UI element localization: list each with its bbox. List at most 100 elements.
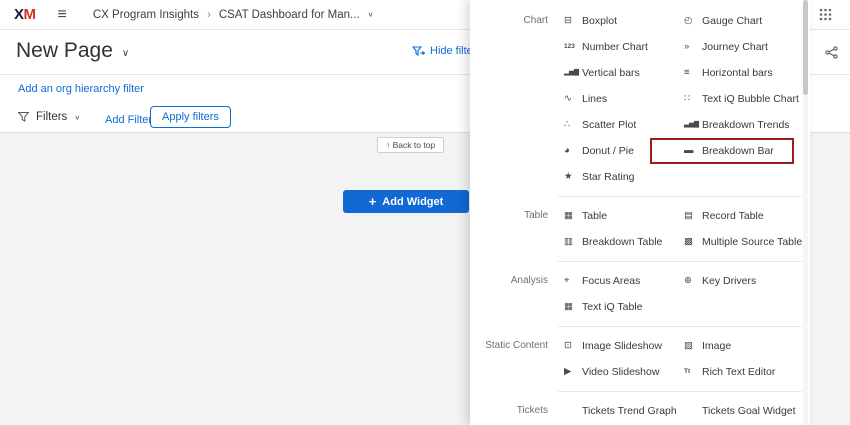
widget-section-table: Table▦Table▥Breakdown Table▤Record Table… (470, 197, 810, 261)
funnel-icon (18, 112, 29, 122)
widget-section-static-content: Static Content⊡Image Slideshow▶Video Sli… (470, 327, 810, 391)
widget-item-label: Record Table (702, 210, 764, 222)
breadcrumb-item-dashboard[interactable]: CSAT Dashboard for Man... (219, 9, 360, 21)
up-arrow-icon: ↑ (386, 140, 390, 150)
widget-item-label: Key Drivers (702, 275, 756, 287)
widget-item-breakdown-table[interactable]: ▥Breakdown Table (564, 229, 684, 255)
section-label-chart: Chart (470, 8, 548, 190)
donut-pie-icon: ◕ (564, 146, 582, 156)
widget-item-boxplot[interactable]: ⊟Boxplot (564, 8, 684, 34)
widget-item-number-chart[interactable]: 123Number Chart (564, 34, 684, 60)
widget-item-breakdown-trends[interactable]: ▃▅▇Breakdown Trends (684, 112, 804, 138)
text-iq-bubble-chart-icon: ∷ (684, 94, 702, 104)
widget-menu-panel: Chart⊟Boxplot123Number Chart▂▅▇Vertical … (470, 0, 810, 425)
add-widget-label: Add Widget (382, 196, 443, 208)
section-label-tickets: Tickets (470, 398, 548, 425)
breakdown-table-icon: ▥ (564, 237, 582, 247)
widget-menu-sections: Chart⊟Boxplot123Number Chart▂▅▇Vertical … (470, 2, 810, 425)
widget-item-rich-text-editor[interactable]: TtRich Text Editor (684, 359, 804, 385)
widget-item-breakdown-bar[interactable]: ▬Breakdown Bar (684, 138, 804, 164)
section-label-table: Table (470, 203, 548, 255)
widget-item-label: Breakdown Table (582, 236, 662, 248)
hide-filters-icon (412, 46, 425, 57)
add-widget-button[interactable]: + Add Widget (343, 190, 469, 213)
plus-icon: + (369, 195, 377, 208)
widget-item-gauge-chart[interactable]: ◴Gauge Chart (684, 8, 804, 34)
back-to-top-label: Back to top (393, 140, 436, 150)
widget-item-key-drivers[interactable]: ⊕Key Drivers (684, 268, 804, 294)
record-table-icon: ▤ (684, 211, 702, 221)
image-icon: ▨ (684, 341, 702, 351)
star-rating-icon: ★ (564, 172, 582, 182)
apply-filters-button[interactable]: Apply filters (150, 106, 231, 128)
widget-item-record-table[interactable]: ▤Record Table (684, 203, 804, 229)
widget-item-label: Star Rating (582, 171, 635, 183)
widget-item-label: Donut / Pie (582, 145, 634, 157)
table-icon: ▦ (564, 211, 582, 221)
xm-logo[interactable]: XM (14, 6, 36, 23)
widget-item-label: Tickets Goal Widget (702, 405, 796, 417)
widget-item-label: Gauge Chart (702, 15, 762, 27)
page-title: New Page (16, 39, 113, 63)
gauge-chart-icon: ◴ (684, 16, 702, 26)
widget-item-focus-areas[interactable]: ⌖Focus Areas (564, 268, 684, 294)
video-slideshow-icon: ▶ (564, 367, 582, 377)
widget-item-text-iq-bubble-chart[interactable]: ∷Text iQ Bubble Chart (684, 86, 804, 112)
widget-item-label: Lines (582, 93, 607, 105)
widget-item-label: Breakdown Bar (702, 145, 774, 157)
filters-dropdown[interactable]: Filters ∨ (18, 111, 80, 123)
section-label-static-content: Static Content (470, 333, 548, 385)
widget-item-label: Journey Chart (702, 41, 768, 53)
filters-chevron-down-icon: ∨ (74, 113, 80, 120)
widget-item-journey-chart[interactable]: »Journey Chart (684, 34, 804, 60)
add-filter-link[interactable]: Add Filter (105, 114, 152, 126)
scrollbar-thumb[interactable] (803, 0, 808, 95)
widget-section-tickets: TicketsTickets Trend GraphSingle Ticket … (470, 392, 810, 425)
widget-item-label: Focus Areas (582, 275, 640, 287)
share-icon[interactable] (825, 46, 838, 59)
hamburger-menu-icon[interactable]: ≡ (58, 7, 67, 23)
widget-item-vertical-bars[interactable]: ▂▅▇Vertical bars (564, 60, 684, 86)
lines-icon: ∿ (564, 94, 582, 104)
breakdown-trends-icon: ▃▅▇ (684, 122, 702, 129)
widget-item-image-slideshow[interactable]: ⊡Image Slideshow (564, 333, 684, 359)
chevron-down-icon[interactable]: ∨ (368, 11, 374, 18)
widget-item-label: Scatter Plot (582, 119, 636, 131)
widget-item-scatter-plot[interactable]: ∴Scatter Plot (564, 112, 684, 138)
app-grid-icon[interactable] (819, 8, 832, 21)
widget-item-table[interactable]: ▦Table (564, 203, 684, 229)
widget-item-label: Vertical bars (582, 67, 640, 79)
widget-item-label: Image (702, 340, 731, 352)
widget-item-multiple-source-table[interactable]: ▩Multiple Source Table (684, 229, 804, 255)
widget-item-donut-pie[interactable]: ◕Donut / Pie (564, 138, 684, 164)
widget-item-label: Multiple Source Table (702, 236, 802, 248)
widget-item-tickets-trend-graph[interactable]: Tickets Trend Graph (564, 398, 684, 424)
widget-item-text-iq-table[interactable]: ▦Text iQ Table (564, 294, 684, 320)
page-title-row[interactable]: New Page ∨ (16, 39, 129, 63)
widget-item-tickets-goal-widget[interactable]: Tickets Goal Widget (684, 398, 804, 424)
section-label-analysis: Analysis (470, 268, 548, 320)
widget-item-video-slideshow[interactable]: ▶Video Slideshow (564, 359, 684, 385)
filters-label: Filters (36, 111, 67, 123)
horizontal-bars-icon: ≡ (684, 68, 702, 78)
widget-item-image[interactable]: ▨Image (684, 333, 804, 359)
breadcrumb: CX Program Insights › CSAT Dashboard for… (93, 9, 374, 21)
widget-item-label: Image Slideshow (582, 340, 662, 352)
back-to-top-button[interactable]: ↑ Back to top (377, 137, 444, 153)
breadcrumb-item-program[interactable]: CX Program Insights (93, 9, 199, 21)
number-chart-icon: 123 (564, 44, 582, 51)
add-org-hierarchy-filter-link[interactable]: Add an org hierarchy filter (18, 83, 144, 95)
title-chevron-down-icon[interactable]: ∨ (122, 48, 129, 59)
widget-item-star-rating[interactable]: ★Star Rating (564, 164, 684, 190)
breadcrumb-separator: › (207, 9, 211, 21)
vertical-bars-icon: ▂▅▇ (564, 70, 582, 77)
image-slideshow-icon: ⊡ (564, 341, 582, 351)
widget-item-label: Video Slideshow (582, 366, 659, 378)
widget-item-horizontal-bars[interactable]: ≡Horizontal bars (684, 60, 804, 86)
breakdown-bar-icon: ▬ (684, 146, 702, 156)
boxplot-icon: ⊟ (564, 16, 582, 26)
widget-item-lines[interactable]: ∿Lines (564, 86, 684, 112)
rich-text-editor-icon: Tt (684, 369, 702, 376)
key-drivers-icon: ⊕ (684, 276, 702, 286)
scatter-plot-icon: ∴ (564, 120, 582, 130)
